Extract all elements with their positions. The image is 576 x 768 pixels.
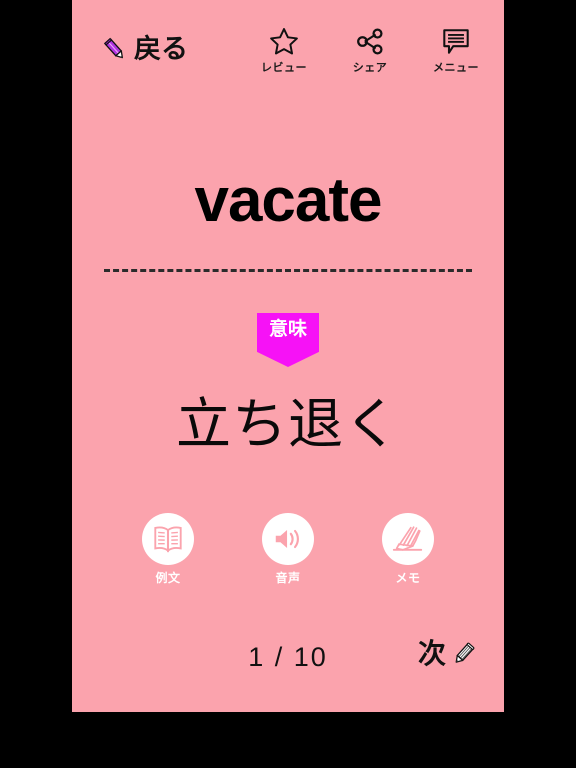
next-button[interactable]: 次: [418, 640, 476, 668]
review-button-label: レビュー: [261, 62, 307, 74]
back-button-label: 戻る: [134, 34, 188, 64]
headword: vacate: [194, 166, 382, 235]
menu-button[interactable]: メニュー: [424, 26, 488, 75]
meaning-text: 立ち退く: [175, 393, 400, 455]
example-sentence-button[interactable]: 例文: [132, 513, 204, 586]
speech-bubble-menu-icon: [441, 26, 471, 56]
share-button[interactable]: シェア: [338, 26, 402, 75]
speaker-icon: [262, 513, 314, 565]
memo-label: メモ: [395, 571, 421, 585]
share-button-label: シェア: [352, 62, 388, 74]
app-screen: 戻る レビュー シェア メニュー vacate 意味 立ち退く 例文 音声 メモ…: [0, 0, 576, 768]
meaning-badge-label: 意味: [268, 319, 307, 340]
menu-button-label: メニュー: [433, 62, 479, 74]
next-button-label: 次: [417, 638, 446, 669]
top-bar: 戻る レビュー シェア メニュー: [72, 0, 504, 96]
flashcard-card: 戻る レビュー シェア メニュー vacate 意味 立ち退く 例文 音声 メモ…: [72, 0, 504, 712]
bottom-nav: 1 / 10 次: [72, 638, 504, 686]
audio-label: 音声: [275, 571, 301, 585]
star-icon: [269, 26, 299, 56]
memo-button[interactable]: メモ: [372, 513, 444, 586]
dashed-divider: [104, 269, 472, 272]
tool-button-row: 例文 音声 メモ: [72, 513, 504, 586]
pencil-icon: [450, 641, 476, 667]
meaning-badge-wrap: 意味: [72, 313, 504, 367]
writing-hand-icon: [382, 513, 434, 565]
audio-button[interactable]: 音声: [252, 513, 324, 586]
pencil-icon: [102, 37, 128, 63]
meaning-badge: 意味: [257, 313, 319, 367]
review-button[interactable]: レビュー: [252, 26, 316, 75]
top-action-group: レビュー シェア メニュー: [252, 26, 488, 75]
back-button[interactable]: 戻る: [102, 36, 188, 63]
example-sentence-label: 例文: [155, 571, 181, 585]
open-book-icon: [142, 513, 194, 565]
share-icon: [355, 26, 385, 56]
